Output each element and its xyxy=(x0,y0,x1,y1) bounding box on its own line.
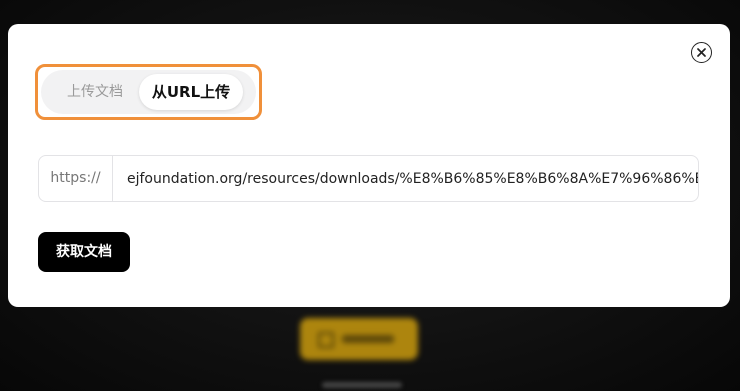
backdrop: 上传文档 从URL上传 https:// 获取文档 xyxy=(0,0,740,391)
close-icon xyxy=(697,48,706,57)
url-prefix: https:// xyxy=(39,156,113,201)
tab-upload-from-url[interactable]: 从URL上传 xyxy=(139,74,243,110)
upload-mode-tabs: 上传文档 从URL上传 xyxy=(41,70,256,114)
background-button-label xyxy=(342,335,394,343)
upload-modal: 上传文档 从URL上传 https:// 获取文档 xyxy=(8,24,730,307)
fetch-document-button[interactable]: 获取文档 xyxy=(38,232,130,272)
tab-upload-document[interactable]: 上传文档 xyxy=(47,74,143,110)
background-text xyxy=(322,382,402,388)
background-button xyxy=(300,318,418,360)
url-field: https:// xyxy=(38,155,699,202)
url-input[interactable] xyxy=(113,156,698,201)
close-button[interactable] xyxy=(691,42,712,63)
background-button-icon xyxy=(318,332,334,348)
